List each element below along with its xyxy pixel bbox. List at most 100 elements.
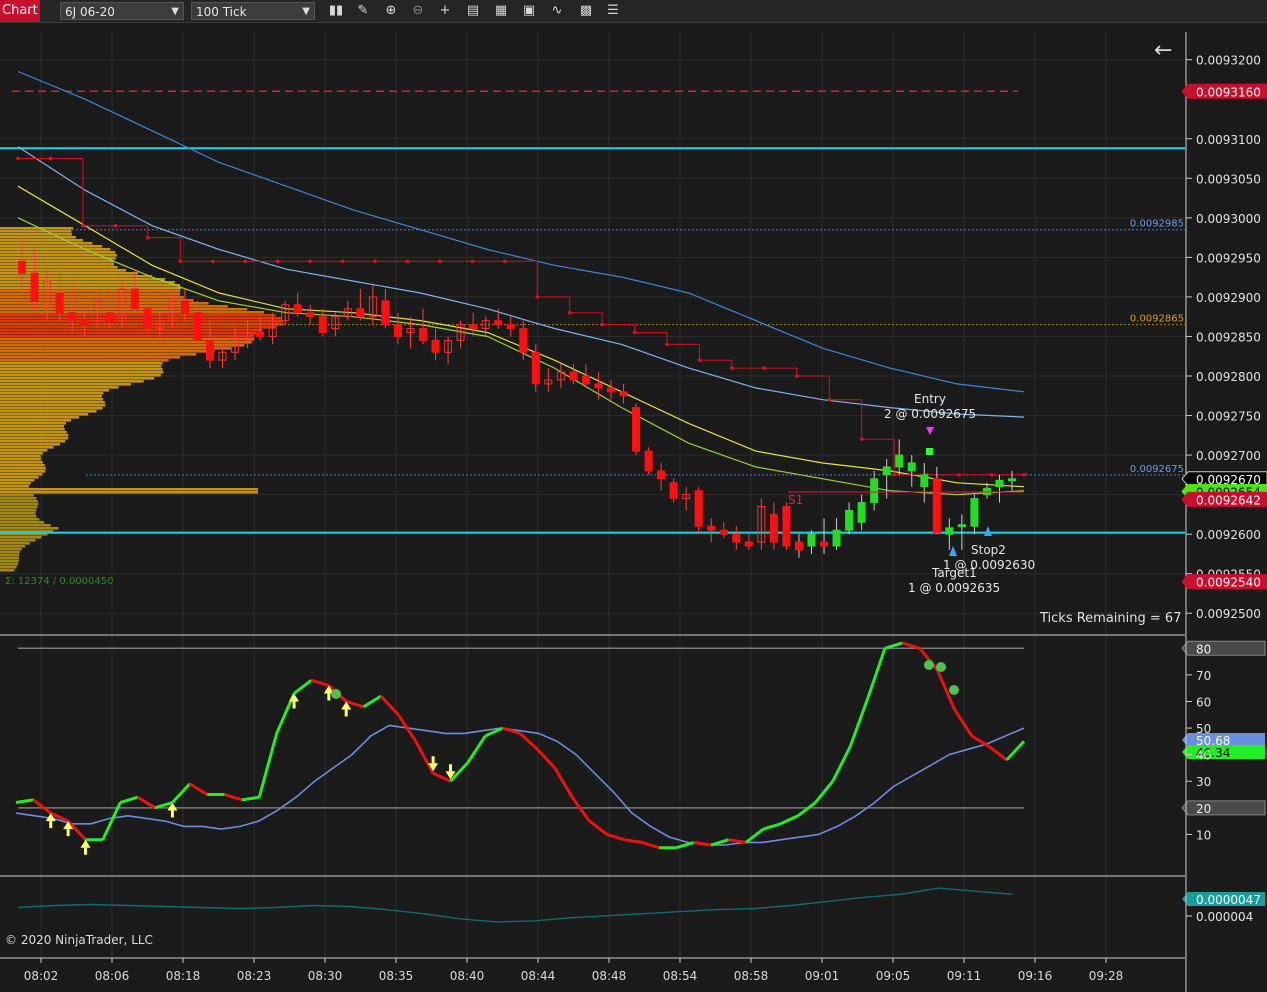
- stoch-k-segment: [624, 838, 642, 844]
- volume-bar: [0, 455, 41, 458]
- volume-bar: [0, 536, 42, 539]
- instrument-selector[interactable]: 6J 06-20 ▼: [60, 2, 184, 20]
- candle-body: [820, 541, 829, 547]
- data-box-icon[interactable]: ▤: [464, 3, 482, 19]
- candle-body: [293, 304, 302, 314]
- strategies-icon[interactable]: ∿: [548, 3, 566, 19]
- volume-bar: [0, 563, 19, 566]
- chart-tab[interactable]: Chart: [0, 0, 40, 22]
- volume-bar: [0, 434, 69, 437]
- stoch-k-segment: [988, 745, 1008, 762]
- stoch-k-segment: [588, 819, 608, 836]
- candle-body: [356, 308, 365, 318]
- candle-body: [957, 524, 966, 528]
- volume-bar: [0, 383, 131, 386]
- candle-body: [205, 339, 214, 361]
- trail-stop-dot: [859, 437, 864, 442]
- stoch-k-segment: [15, 798, 34, 804]
- volume-bar: [0, 554, 20, 557]
- x-tick-label: 08:48: [592, 969, 627, 983]
- up-arrow-shaft: [84, 847, 88, 855]
- volume-bar: [0, 389, 109, 392]
- indicators-icon[interactable]: ▣: [520, 3, 538, 19]
- zoom-out-icon[interactable]: ⊖: [409, 3, 427, 19]
- y-tick-label: 0.0093050: [1196, 172, 1261, 186]
- candle-body: [807, 533, 816, 547]
- volume-bar: [0, 521, 45, 524]
- trail-stop-dot: [795, 374, 799, 378]
- stoch-k-segment: [536, 748, 556, 769]
- ticks-remaining: Ticks Remaining = 67: [1039, 611, 1181, 626]
- volume-bar: [0, 293, 181, 296]
- stoch-k-segment: [762, 822, 782, 831]
- period-selector[interactable]: 100 Tick ▼: [191, 2, 315, 20]
- volume-bar: [0, 473, 43, 476]
- trail-stop-dot: [48, 156, 53, 161]
- volume-bar: [0, 365, 162, 368]
- volume-bar: [0, 374, 161, 377]
- volume-bar: [0, 422, 66, 425]
- volume-bar: [0, 338, 255, 341]
- zoom-in-icon[interactable]: ⊕: [382, 3, 400, 19]
- chart-canvas[interactable]: 0.00929850.00928650.0092675 802050.6846.…: [0, 22, 1267, 992]
- drawing-tools-icon[interactable]: ✎: [354, 3, 372, 19]
- stoch-k-segment: [241, 795, 260, 802]
- volume-bar: [0, 371, 164, 374]
- candle-body: [895, 454, 904, 468]
- up-arrow-shaft: [344, 709, 348, 717]
- crosshair-icon[interactable]: +: [436, 3, 454, 19]
- volume-bar: [0, 404, 106, 407]
- stoch-level-label: 20: [1196, 802, 1211, 816]
- volume-bar: [0, 350, 215, 353]
- stoch-k-segment: [606, 832, 625, 842]
- signal-dot: [936, 662, 946, 672]
- candle-body: [1008, 478, 1016, 482]
- trailing-stop: [16, 156, 1026, 477]
- x-tick-label: 09:01: [805, 969, 840, 983]
- stoch-k-segment: [901, 641, 921, 650]
- level-label: 0.0092865: [1130, 314, 1184, 325]
- bar-type-icon[interactable]: ▮▮: [327, 3, 345, 19]
- stoch-k-segment: [780, 814, 799, 826]
- signal-dot: [949, 685, 959, 695]
- signal-dot: [924, 660, 934, 670]
- volume-profile-label: Σ: 12374 / 0.0000450: [5, 576, 113, 587]
- back-arrow-icon[interactable]: ←: [1154, 38, 1172, 63]
- target-label: Target1: [931, 566, 977, 580]
- trail-stop-dot: [632, 330, 637, 335]
- menu-icon[interactable]: ☰: [604, 3, 622, 19]
- stochastic-panel: 802050.6846.34: [15, 640, 1266, 855]
- volume-bar: [0, 479, 35, 482]
- stoch-d-line: [15, 724, 1025, 846]
- properties-icon[interactable]: ▦: [492, 3, 510, 19]
- volume-bar: [0, 449, 48, 452]
- stoch-k-segment: [553, 767, 574, 798]
- stoch-k-segment: [119, 795, 139, 804]
- templates-icon[interactable]: ▩: [577, 3, 595, 19]
- candle-body: [519, 328, 528, 353]
- volume-bar: [0, 326, 277, 329]
- x-tick-label: 08:23: [237, 969, 272, 983]
- candle-body: [619, 391, 628, 397]
- trail-stop-dot: [405, 259, 410, 264]
- volume-bar: [0, 287, 182, 290]
- volume-bar: [0, 242, 93, 245]
- up-arrow-shaft: [66, 829, 70, 837]
- trail-stop-dot: [340, 259, 345, 264]
- volume-bar: [0, 524, 51, 527]
- volume-bar: [0, 500, 38, 503]
- trail-stop-dot: [502, 259, 507, 264]
- stoch-k-segment: [466, 735, 487, 764]
- x-tick-label: 08:02: [24, 969, 59, 983]
- stoch-k-segment: [414, 740, 435, 774]
- y-tick-label: 0.0092850: [1196, 330, 1261, 344]
- up-arrow-shaft: [49, 821, 53, 829]
- volume-bar: [0, 503, 39, 506]
- oscillator-panel: 0.0000047: [17, 887, 1265, 923]
- candle-body: [995, 479, 1004, 488]
- volume-bar: [0, 428, 65, 431]
- x-tick-label: 08:44: [521, 969, 556, 983]
- volume-bar: [0, 443, 60, 446]
- candle-body: [306, 312, 315, 318]
- y-tick-label: 0.0092600: [1196, 528, 1261, 542]
